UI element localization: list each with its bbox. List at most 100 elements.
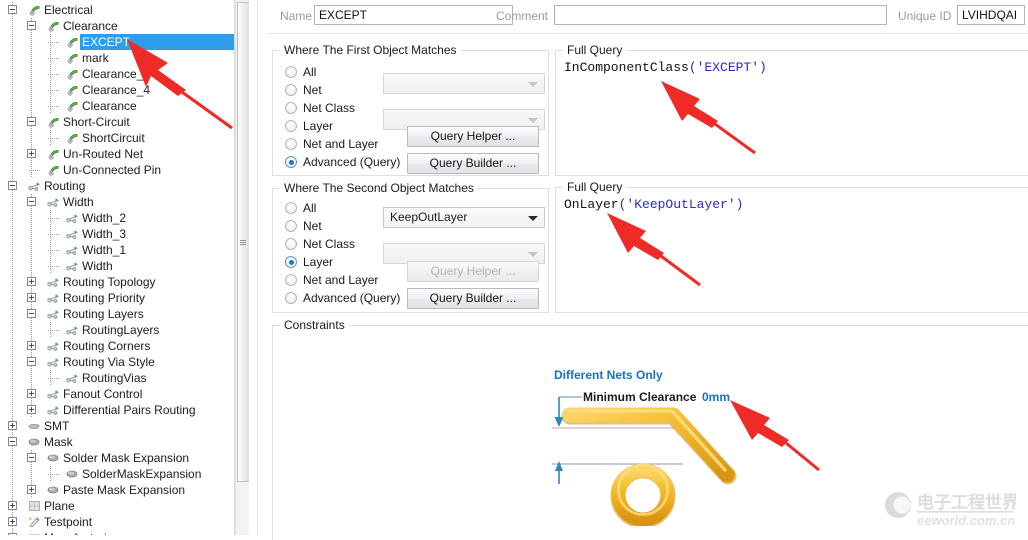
second-radio-net[interactable]: Net [285, 219, 322, 233]
first-query-helper-button[interactable]: Query Helper ... [407, 126, 539, 147]
tree-expand-icon[interactable] [27, 277, 36, 286]
tree-item-width[interactable]: Width [0, 194, 234, 210]
first-radio-all[interactable]: All [285, 65, 316, 79]
tree-item-fanout-control[interactable]: Fanout Control [0, 386, 234, 402]
tree-collapse-icon[interactable] [27, 197, 36, 206]
tree-guide-line [31, 34, 32, 50]
second-radio-net-and-layer[interactable]: Net and Layer [285, 273, 378, 287]
tree-item-routinglayers[interactable]: RoutingLayers [0, 322, 234, 338]
tree-item-manufacturing[interactable]: Manufacturing [0, 530, 234, 535]
first-net-combo[interactable] [383, 73, 545, 94]
tree-item-clearance-4[interactable]: Clearance_4 [0, 82, 234, 98]
tree-expand-icon[interactable] [27, 389, 36, 398]
tree-guide-line [12, 354, 13, 370]
tree-item-testpoint[interactable]: Testpoint [0, 514, 234, 530]
tree-collapse-icon[interactable] [27, 309, 36, 318]
unique-id-input[interactable]: LVIHDQAI [957, 5, 1025, 25]
rules-tree-panel[interactable]: Electrical Clearance EXCEPT mark Clearance_1… [0, 0, 235, 535]
second-radio-layer[interactable]: Layer [285, 255, 333, 269]
tree-item-paste-mask-expansion[interactable]: Paste Mask Expansion [0, 482, 234, 498]
tree-collapse-icon[interactable] [27, 453, 36, 462]
first-query-argument: ('EXCEPT') [688, 60, 767, 75]
panel-splitter[interactable] [249, 0, 268, 535]
tree-item-short-circuit[interactable]: Short-Circuit [0, 114, 234, 130]
second-radio-advanced-query[interactable]: Advanced (Query) [285, 291, 400, 305]
tree-item-solder-mask-expansion[interactable]: Solder Mask Expansion [0, 450, 234, 466]
tree-expand-icon[interactable] [27, 341, 36, 350]
second-query-builder-button[interactable]: Query Builder ... [407, 288, 539, 309]
tree-item-routing[interactable]: Routing [0, 178, 234, 194]
tree-expand-icon[interactable] [27, 149, 36, 158]
tree-item-label: Width_2 [82, 211, 127, 225]
tree-item-electrical[interactable]: Electrical [0, 2, 234, 18]
first-query-builder-button[interactable]: Query Builder ... [407, 153, 539, 174]
smt-icon [28, 420, 41, 432]
routing-icon [47, 340, 60, 352]
tree-collapse-icon[interactable] [8, 5, 17, 14]
tree-item-clearance[interactable]: Clearance [0, 18, 234, 34]
tree-item-clearance-1[interactable]: Clearance_1 [0, 66, 234, 82]
tree-item-smt[interactable]: SMT [0, 418, 234, 434]
electrical-icon [47, 20, 60, 32]
svg-text:电子工程世界: 电子工程世界 [917, 492, 1016, 513]
second-radio-netclass[interactable]: Net Class [285, 237, 355, 251]
tree-item-width[interactable]: Width [0, 258, 234, 274]
tree-item-shortcircuit[interactable]: ShortCircuit [0, 130, 234, 146]
tree-item-routingvias[interactable]: RoutingVias [0, 370, 234, 386]
tree-guide-line [48, 42, 59, 43]
tree-collapse-icon[interactable] [27, 21, 36, 30]
tree-item-mask[interactable]: Mask [0, 434, 234, 450]
tree-vertical-scrollbar[interactable] [235, 0, 250, 535]
tree-guide-line [31, 322, 32, 338]
tree-item-width-1[interactable]: Width_1 [0, 242, 234, 258]
tree-guide-line [12, 258, 13, 274]
tree-expand-icon[interactable] [8, 501, 17, 510]
mask-icon [47, 452, 60, 464]
tree-expand-icon[interactable] [27, 485, 36, 494]
routing-icon [66, 324, 79, 336]
tree-collapse-icon[interactable] [8, 437, 17, 446]
tree-expand-icon[interactable] [27, 405, 36, 414]
tree-item-soldermaskexpansion[interactable]: SolderMaskExpansion [0, 466, 234, 482]
tree-item-routing-corners[interactable]: Routing Corners [0, 338, 234, 354]
routing-icon [47, 356, 60, 368]
second-layer-combo[interactable]: KeepOutLayer [383, 207, 545, 228]
first-radio-netclass[interactable]: Net Class [285, 101, 355, 115]
tree-item-un-connected-pin[interactable]: Un-Connected Pin [0, 162, 234, 178]
tree-item-mark[interactable]: mark [0, 50, 234, 66]
tree-collapse-icon[interactable] [27, 117, 36, 126]
first-radio-net[interactable]: Net [285, 83, 322, 97]
tree-item-clearance[interactable]: Clearance [0, 98, 234, 114]
tree-item-routing-layers[interactable]: Routing Layers [0, 306, 234, 322]
first-radio-advanced-query[interactable]: Advanced (Query) [285, 155, 400, 169]
first-full-query-text[interactable]: InComponentClass('EXCEPT') [564, 60, 767, 75]
second-radio-advanced-query-label: Advanced (Query) [303, 291, 401, 305]
tree-guide-line [31, 466, 32, 482]
tree-collapse-icon[interactable] [27, 357, 36, 366]
tree-item-routing-priority[interactable]: Routing Priority [0, 290, 234, 306]
tree-item-width-2[interactable]: Width_2 [0, 210, 234, 226]
tree-expand-icon[interactable] [27, 293, 36, 302]
first-radio-layer[interactable]: Layer [285, 119, 333, 133]
second-full-query-text[interactable]: OnLayer('KeepOutLayer') [564, 197, 743, 212]
second-radio-all[interactable]: All [285, 201, 316, 215]
comment-input[interactable] [554, 5, 887, 25]
tree-guide-line [48, 378, 59, 379]
tree-item-differential-pairs-routing[interactable]: Differential Pairs Routing [0, 402, 234, 418]
tree-item-except[interactable]: EXCEPT [0, 34, 234, 50]
tree-item-width-3[interactable]: Width_3 [0, 226, 234, 242]
tree-item-routing-via-style[interactable]: Routing Via Style [0, 354, 234, 370]
tree-expand-icon[interactable] [8, 421, 17, 430]
tree-expand-icon[interactable] [8, 517, 17, 526]
tree-item-plane[interactable]: Plane [0, 498, 234, 514]
tree-collapse-icon[interactable] [8, 181, 17, 190]
second-query-helper-button[interactable]: Query Helper ... [407, 261, 539, 282]
second-radio-layer-label: Layer [303, 255, 334, 269]
tree-guide-line [12, 242, 13, 258]
tree-item-un-routed-net[interactable]: Un-Routed Net [0, 146, 234, 162]
tree-guide-line [31, 258, 32, 274]
first-radio-net-and-layer[interactable]: Net and Layer [285, 137, 378, 151]
tree-item-routing-topology[interactable]: Routing Topology [0, 274, 234, 290]
tree-item-label: Width_3 [82, 227, 127, 241]
name-input[interactable]: EXCEPT [314, 5, 513, 25]
